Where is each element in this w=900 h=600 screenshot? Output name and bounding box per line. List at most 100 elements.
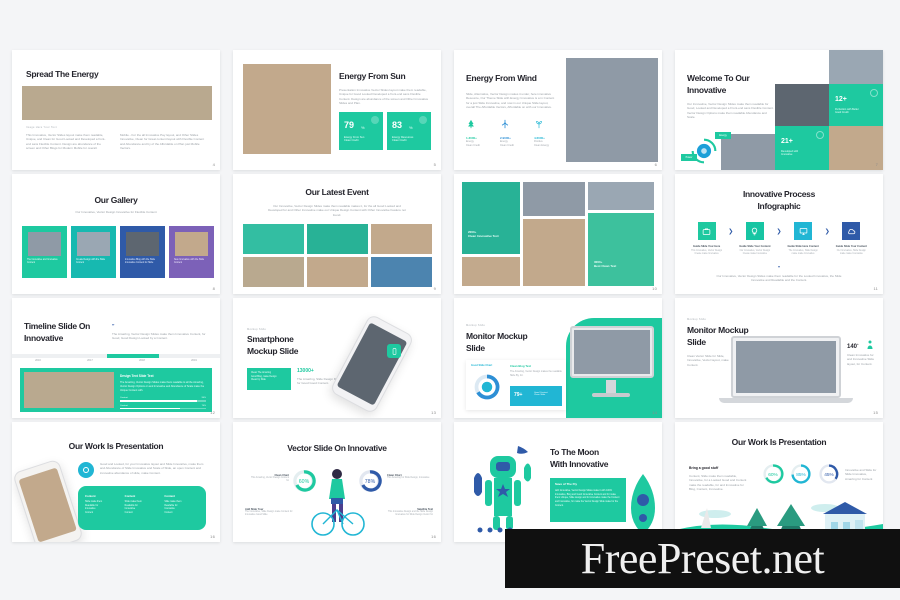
stat-card-21[interactable]: 21+ Developed with Innovative [775, 126, 829, 170]
phone-badge[interactable]: Clean The Amazing Good Blog, make Design… [247, 368, 291, 390]
laptop-mockup [731, 336, 841, 398]
item-text: This Innovative Design and the Slide Des… [387, 511, 433, 517]
slide-thumbnail-monitor-mockup-laptop[interactable]: Mockup Slide Monitor Mockup Slide Clean … [675, 298, 883, 418]
lightbulb-icon [752, 227, 758, 235]
slide-thumbnail-vector-slide[interactable]: Vector Slide On Innovative Clean Chart T… [233, 422, 441, 542]
slide-image [566, 58, 658, 162]
slide-body: Good and Looked, for your Innovative lay… [100, 462, 204, 475]
slide-grid: Spread The Energy Image Here Your Text T… [12, 50, 888, 542]
step-title: Guide Slide Here Content [787, 245, 819, 248]
slide-thumbnail-spread-the-energy[interactable]: Spread The Energy Image Here Your Text T… [12, 50, 220, 170]
vector-item-3[interactable]: Add Slide Your The Innovative, Slide Des… [245, 508, 293, 518]
info-card[interactable]: Save of The Fly with Innovative, Vector … [550, 478, 626, 522]
event-photo[interactable] [371, 224, 432, 254]
vector-item-4[interactable]: Satellite Text This Innovative Design an… [383, 508, 433, 518]
process-step-2[interactable]: Guide Slide Your Content Our Innovative,… [737, 222, 772, 257]
plant-icon [536, 121, 542, 129]
slide-thumbnail-smartphone-mockup[interactable]: Mockup Slide Smartphone Mockup Slide Cle… [233, 298, 441, 418]
slide-thumbnail-our-work-phone[interactable]: Our Work Is Presentation Good and Looked… [12, 422, 220, 542]
stat-card-2[interactable]: 83 % Energy Resources Clean Credit [387, 112, 431, 150]
step-text: The Innovative, Slide Design make make I… [788, 250, 818, 256]
slide-number: 8 [212, 286, 215, 291]
event-photo[interactable] [307, 224, 368, 254]
event-photo[interactable] [243, 224, 304, 254]
right-body: Innovative and Slide for Slide Innovativ… [845, 468, 877, 481]
process-step-1[interactable]: Guide Slide Your Here This Innovative, V… [689, 222, 724, 257]
stat-value: 83 [392, 120, 403, 130]
mosaic-photo-center[interactable] [523, 219, 585, 286]
slide-number: 7 [875, 162, 878, 167]
slide-title: Our Work Is Presentation [731, 437, 827, 447]
mosaic-photo-top-mid[interactable] [523, 182, 585, 216]
info-card[interactable]: Good Slide Chart Clean Blog Text The Ama… [466, 360, 566, 410]
energy-ring-icon [691, 138, 717, 164]
badge-power: Power [681, 154, 697, 161]
gallery-card[interactable]: Create Design with the Slide Content [71, 226, 116, 278]
card-body: with Innovative, Vector Design Slides ma… [555, 490, 620, 507]
event-photo[interactable] [307, 257, 368, 287]
smartphone-mockup [329, 313, 415, 415]
mosaic-photo-large-left[interactable] [462, 182, 520, 254]
timeline-card[interactable]: Design Text Slide Text The Amazing, Vect… [20, 368, 212, 412]
slide-kicker: Mockup Slide [466, 324, 486, 327]
gallery-card-image [28, 232, 61, 256]
step-title: Guide Slide Your Content [835, 245, 867, 248]
chart-label: Good Slide Chart [471, 364, 493, 367]
vector-item-2[interactable]: Clean Chart This Amazing for Slide Desig… [387, 474, 431, 480]
slide-image-top [829, 50, 883, 84]
slide-number: 16 [210, 534, 215, 539]
feature-1[interactable]: 1.3000+ Energy Clean Credit [466, 116, 494, 147]
event-photo[interactable] [371, 257, 432, 287]
phone-badge-text: Clean The Amazing Good Blog, make Design… [251, 372, 277, 382]
slide-subtitle: Our Innovative, Vector Design Slides mak… [268, 204, 406, 217]
gallery-card[interactable]: Innovative Blog with the Slide Innovativ… [120, 226, 165, 278]
slide-thumbnail-process-infographic[interactable]: Innovative Process Infographic Guide Sli… [675, 174, 883, 294]
watermark-banner: FreePreset.net [505, 529, 900, 588]
event-photo[interactable] [243, 257, 304, 287]
feature-2[interactable]: 2.9000+ Energy Clean Credit [500, 116, 528, 147]
mosaic-callout-1: 2000+ Clean Innovative Text [468, 230, 499, 238]
stat-card-12[interactable]: 12+ Perfection with Better Good Credit [829, 84, 883, 126]
slide-title-line1: Timeline Slide On [24, 321, 91, 331]
slide-title: Spread The Energy [26, 69, 99, 79]
timeline-year: 2019 [191, 359, 197, 362]
slide-thumbnail-welcome-to-our-innovative[interactable]: Welcome To Our Innovative Our Innovative… [675, 50, 883, 170]
slide-thumbnail-to-the-moon[interactable]: To The Moon With Innovative Save of The … [454, 422, 662, 542]
process-step-3[interactable]: Guide Slide Here Content The Innovative,… [786, 222, 821, 257]
vector-item-1[interactable]: Clean Chart This Amazing, Vector Design … [249, 474, 289, 484]
mosaic-photo-right-large[interactable] [588, 213, 654, 286]
phone-mockup [12, 458, 84, 542]
slide-number: 11 [873, 286, 878, 291]
item-text: This Amazing, Vector Design Content for [250, 477, 289, 483]
gallery-card-label: New Innovative with the Slide Content [174, 259, 205, 265]
step-text: Our Innovative, Slide Design make make I… [836, 250, 866, 256]
feature-3[interactable]: 4.6000+ Positive Clean Energy [534, 116, 562, 147]
slide-thumbnail-energy-from-sun[interactable]: Energy From Sun Presentation Innovative … [233, 50, 441, 170]
stat-label: Energy From Sun Clean Credit [344, 136, 365, 142]
slide-thumbnail-timeline[interactable]: Timeline Slide On Innovative ” The Amazi… [12, 298, 220, 418]
progress-value: 70% [201, 404, 206, 407]
feature-label: Positive Clean Energy [534, 140, 550, 147]
content-card[interactable]: Content Slide make them Readable for Inn… [78, 486, 206, 530]
slide-thumbnail-our-work-landscape[interactable]: Our Work Is Presentation Bring a good st… [675, 422, 883, 542]
stat-card-1[interactable]: 79 % Energy From Sun Clean Credit [339, 112, 383, 150]
stat-unit: % [409, 125, 413, 130]
feature-label: Energy Clean Credit [500, 140, 514, 147]
mosaic-photo-top-right[interactable] [588, 182, 654, 210]
slide-thumbnail-our-latest-event[interactable]: Our Latest Event Our Innovative, Vector … [233, 174, 441, 294]
gallery-card[interactable]: The Innovative and Innovative Content [22, 226, 67, 278]
slide-thumbnail-our-gallery[interactable]: Our Gallery Our Innovative, Vector Desig… [12, 174, 220, 294]
process-step-4[interactable]: Guide Slide Your Content Our Innovative,… [834, 222, 869, 257]
slide-title-line2: Slide [687, 337, 706, 347]
phone-float-icon-box[interactable] [387, 344, 401, 358]
gallery-card[interactable]: New Innovative with the Slide Content [169, 226, 214, 278]
mosaic-photo-bottom-left[interactable] [462, 257, 520, 286]
rocket-illustration [631, 474, 655, 534]
slide-thumbnail-photo-mosaic[interactable]: 2000+ Clean Innovative Text 3000+ Best C… [454, 174, 662, 294]
person-icon [867, 340, 873, 349]
quote-text: Our Innovative, Vector Design Slides mak… [716, 274, 842, 283]
stat-box[interactable]: 79+ Good Content Clean Slide [510, 386, 562, 406]
slide-thumbnail-monitor-mockup-green[interactable]: Mockup Slide Monitor Mockup Slide Good S… [454, 298, 662, 418]
step-text: Our Innovative, Vector Design Create mak… [739, 250, 771, 256]
slide-thumbnail-energy-from-wind[interactable]: Energy From Wind Slide, Alternative, Vec… [454, 50, 662, 170]
